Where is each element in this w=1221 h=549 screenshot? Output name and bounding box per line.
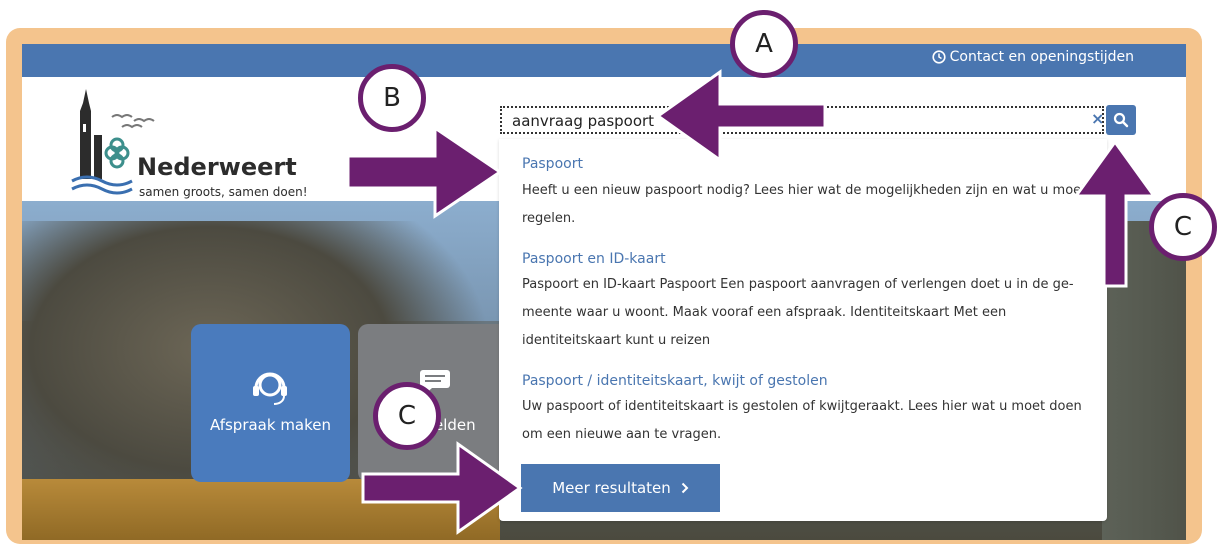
result-text: Heeft u een nieuw paspoort nodig? Lees h… xyxy=(522,183,1087,226)
arrow-c-more xyxy=(361,441,523,535)
afspraak-maken-label: Afspraak maken xyxy=(209,416,332,434)
arrow-c-search xyxy=(1073,139,1157,288)
more-results-button[interactable]: Meer resultaten xyxy=(521,464,720,512)
arrow-b xyxy=(346,125,503,219)
top-bar: Contact en openingstijden xyxy=(22,44,1186,77)
result-text: Paspoort en ID-kaart Paspoort Een paspoo… xyxy=(522,277,1074,348)
logo-name: Nederweert xyxy=(137,153,297,181)
result-title[interactable]: Paspoort / identiteitskaart, kwijt of ge… xyxy=(522,373,828,389)
arrow-a xyxy=(655,69,827,163)
result-text: Uw paspoort of identiteitskaart is gesto… xyxy=(522,399,1082,442)
contact-link[interactable]: Contact en openingstijden xyxy=(932,49,1134,65)
clear-icon[interactable]: × xyxy=(1091,109,1104,128)
website: Contact en openingstijden Afspraak maken… xyxy=(22,44,1186,540)
callout-a: A xyxy=(730,10,798,78)
logo-tagline: samen groots, samen doen! xyxy=(139,185,308,199)
callout-c-search: C xyxy=(1149,193,1217,261)
chevron-right-icon xyxy=(681,482,689,494)
search-icon xyxy=(1113,112,1129,128)
more-results-label: Meer resultaten xyxy=(552,479,671,497)
callout-c-more: C xyxy=(373,382,441,450)
headset-icon xyxy=(253,372,287,405)
search-results-dropdown: Paspoort Heeft u een nieuw paspoort nodi… xyxy=(499,139,1107,521)
contact-label: Contact en openingstijden xyxy=(949,49,1134,65)
callout-b: B xyxy=(358,64,426,132)
clock-icon xyxy=(932,50,946,64)
result-title[interactable]: Paspoort xyxy=(522,156,583,172)
afspraak-maken-tile[interactable]: Afspraak maken xyxy=(191,324,350,482)
result-title[interactable]: Paspoort en ID-kaart xyxy=(522,251,666,267)
search-button[interactable] xyxy=(1106,105,1136,135)
